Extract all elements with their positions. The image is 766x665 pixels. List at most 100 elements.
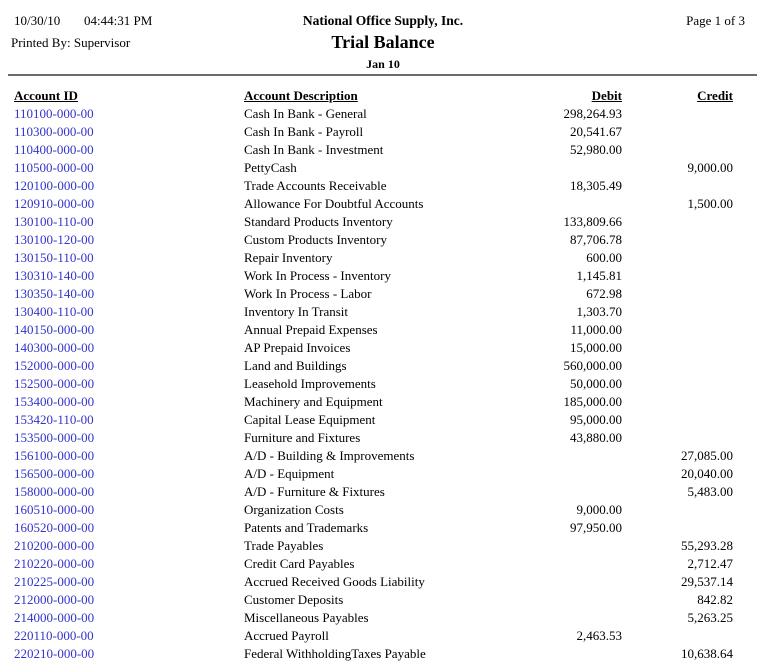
table-row: 110100-000-00 Cash In Bank - General 298…	[0, 105, 766, 123]
account-id-link[interactable]: 140300-000-00	[14, 339, 244, 357]
account-id-link[interactable]: 140150-000-00	[14, 321, 244, 339]
account-description: Work In Process - Inventory	[244, 267, 508, 285]
account-id-link[interactable]: 130150-110-00	[14, 249, 244, 267]
account-id-link[interactable]: 156100-000-00	[14, 447, 244, 465]
account-id-link[interactable]: 210220-000-00	[14, 555, 244, 573]
table-row: 130310-140-00 Work In Process - Inventor…	[0, 267, 766, 285]
account-id-link[interactable]: 220210-000-00	[14, 645, 244, 663]
debit-value: 52,980.00	[508, 141, 622, 159]
account-id-link[interactable]: 153420-110-00	[14, 411, 244, 429]
account-id-link[interactable]: 220110-000-00	[14, 627, 244, 645]
account-id-link[interactable]: 158000-000-00	[14, 483, 244, 501]
account-description: Miscellaneous Payables	[244, 609, 508, 627]
credit-value	[622, 177, 733, 195]
credit-value: 55,293.28	[622, 537, 733, 555]
account-id-link[interactable]: 110100-000-00	[14, 105, 244, 123]
credit-value	[622, 429, 733, 447]
account-description: Leasehold Improvements	[244, 375, 508, 393]
credit-value: 842.82	[622, 591, 733, 609]
account-description: Land and Buildings	[244, 357, 508, 375]
credit-value: 9,000.00	[622, 159, 733, 177]
debit-value: 20,541.67	[508, 123, 622, 141]
credit-value: 2,712.47	[622, 555, 733, 573]
account-description: Furniture and Fixtures	[244, 429, 508, 447]
account-id-link[interactable]: 130100-120-00	[14, 231, 244, 249]
debit-value	[508, 645, 622, 663]
account-id-link[interactable]: 130350-140-00	[14, 285, 244, 303]
table-row: 160510-000-00 Organization Costs 9,000.0…	[0, 501, 766, 519]
column-header-row: Account ID Account Description Debit Cre…	[0, 87, 766, 105]
account-id-link[interactable]: 210225-000-00	[14, 573, 244, 591]
account-id-link[interactable]: 160510-000-00	[14, 501, 244, 519]
account-id-link[interactable]: 156500-000-00	[14, 465, 244, 483]
credit-value: 27,085.00	[622, 447, 733, 465]
account-description: Accrued Payroll	[244, 627, 508, 645]
account-id-link[interactable]: 110500-000-00	[14, 159, 244, 177]
account-id-link[interactable]: 120100-000-00	[14, 177, 244, 195]
account-id-link[interactable]: 130400-110-00	[14, 303, 244, 321]
credit-value	[622, 303, 733, 321]
header-divider	[8, 74, 757, 76]
account-description: PettyCash	[244, 159, 508, 177]
account-description: A/D - Equipment	[244, 465, 508, 483]
account-description: Standard Products Inventory	[244, 213, 508, 231]
account-description: Cash In Bank - Payroll	[244, 123, 508, 141]
debit-value: 43,880.00	[508, 429, 622, 447]
debit-value	[508, 447, 622, 465]
credit-value	[622, 123, 733, 141]
credit-value	[622, 105, 733, 123]
table-row: 220210-000-00 Federal WithholdingTaxes P…	[0, 645, 766, 663]
debit-value: 1,145.81	[508, 267, 622, 285]
account-description: Organization Costs	[244, 501, 508, 519]
account-id-link[interactable]: 152000-000-00	[14, 357, 244, 375]
table-row: 110500-000-00 PettyCash 9,000.00	[0, 159, 766, 177]
debit-value	[508, 591, 622, 609]
account-description: Annual Prepaid Expenses	[244, 321, 508, 339]
table-row: 120100-000-00 Trade Accounts Receivable …	[0, 177, 766, 195]
table-row: 156100-000-00 A/D - Building & Improveme…	[0, 447, 766, 465]
credit-value	[622, 321, 733, 339]
account-id-link[interactable]: 214000-000-00	[14, 609, 244, 627]
debit-value: 87,706.78	[508, 231, 622, 249]
debit-value	[508, 609, 622, 627]
credit-value	[622, 267, 733, 285]
credit-value	[622, 285, 733, 303]
account-id-link[interactable]: 160520-000-00	[14, 519, 244, 537]
account-id-link[interactable]: 153500-000-00	[14, 429, 244, 447]
account-id-link[interactable]: 130100-110-00	[14, 213, 244, 231]
account-id-link[interactable]: 152500-000-00	[14, 375, 244, 393]
account-description: AP Prepaid Invoices	[244, 339, 508, 357]
credit-value	[622, 141, 733, 159]
table-row: 214000-000-00 Miscellaneous Payables 5,2…	[0, 609, 766, 627]
table-row: 153400-000-00 Machinery and Equipment 18…	[0, 393, 766, 411]
debit-value: 9,000.00	[508, 501, 622, 519]
account-id-link[interactable]: 212000-000-00	[14, 591, 244, 609]
table-row: 153500-000-00 Furniture and Fixtures 43,…	[0, 429, 766, 447]
account-description: Credit Card Payables	[244, 555, 508, 573]
table-row: 212000-000-00 Customer Deposits 842.82	[0, 591, 766, 609]
account-id-link[interactable]: 210200-000-00	[14, 537, 244, 555]
debit-value: 600.00	[508, 249, 622, 267]
account-description: Allowance For Doubtful Accounts	[244, 195, 508, 213]
credit-value	[622, 627, 733, 645]
table-row: 140300-000-00 AP Prepaid Invoices 15,000…	[0, 339, 766, 357]
table-row: 140150-000-00 Annual Prepaid Expenses 11…	[0, 321, 766, 339]
debit-value: 298,264.93	[508, 105, 622, 123]
credit-value	[622, 393, 733, 411]
debit-value	[508, 537, 622, 555]
table-row: 152000-000-00 Land and Buildings 560,000…	[0, 357, 766, 375]
debit-value	[508, 465, 622, 483]
table-row: 110400-000-00 Cash In Bank - Investment …	[0, 141, 766, 159]
account-id-link[interactable]: 110300-000-00	[14, 123, 244, 141]
debit-value	[508, 159, 622, 177]
account-id-link[interactable]: 110400-000-00	[14, 141, 244, 159]
credit-value: 5,263.25	[622, 609, 733, 627]
debit-value: 1,303.70	[508, 303, 622, 321]
company-name: National Office Supply, Inc.	[0, 13, 766, 29]
account-id-link[interactable]: 153400-000-00	[14, 393, 244, 411]
account-id-link[interactable]: 120910-000-00	[14, 195, 244, 213]
account-id-link[interactable]: 130310-140-00	[14, 267, 244, 285]
table-row: 130150-110-00 Repair Inventory 600.00	[0, 249, 766, 267]
credit-value	[622, 357, 733, 375]
account-description: Federal WithholdingTaxes Payable	[244, 645, 508, 663]
